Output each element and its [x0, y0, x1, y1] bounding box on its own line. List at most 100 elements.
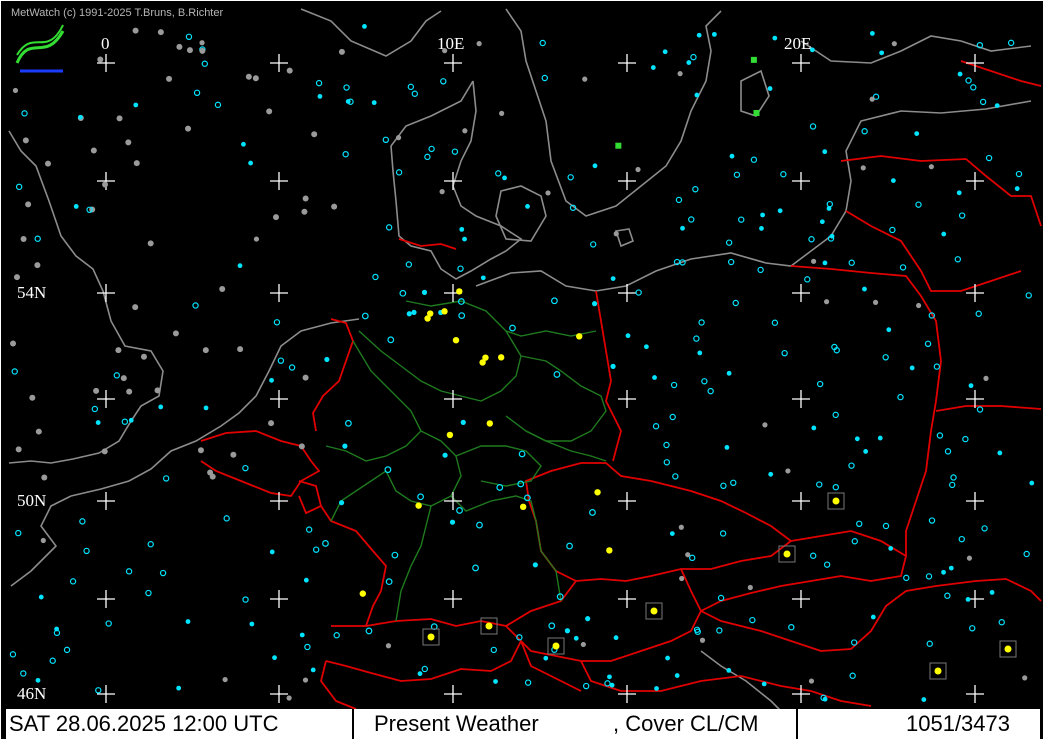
station-dot[interactable]	[869, 30, 875, 36]
station-dot[interactable]	[686, 60, 692, 65]
station-dot[interactable]	[439, 189, 445, 195]
station-dot[interactable]	[829, 233, 835, 239]
station-dot[interactable]	[650, 65, 656, 70]
station-dot[interactable]	[345, 99, 351, 104]
cloud-cover-circle[interactable]	[899, 264, 907, 271]
cloud-cover-circle[interactable]	[365, 627, 373, 635]
cloud-cover-circle[interactable]	[223, 515, 230, 522]
station-dot[interactable]	[44, 160, 51, 167]
cloud-cover-circle[interactable]	[970, 84, 977, 91]
cloud-cover-circle[interactable]	[675, 196, 683, 204]
cloud-cover-circle[interactable]	[385, 224, 393, 231]
shower-symbol[interactable]	[456, 288, 463, 295]
cloud-cover-circle[interactable]	[670, 381, 678, 389]
cloud-cover-circle[interactable]	[725, 239, 733, 246]
station-dot[interactable]	[311, 131, 318, 138]
cloud-cover-circle[interactable]	[273, 319, 281, 326]
cloud-cover-circle[interactable]	[861, 128, 868, 135]
station-dot[interactable]	[585, 616, 591, 622]
cloud-cover-circle[interactable]	[541, 74, 548, 82]
shower-symbol[interactable]	[441, 308, 448, 315]
cloud-cover-circle[interactable]	[495, 170, 502, 177]
cloud-cover-circle[interactable]	[944, 448, 952, 455]
station-dot[interactable]	[324, 356, 330, 363]
station-dot[interactable]	[613, 635, 619, 641]
cloud-cover-circle[interactable]	[113, 372, 120, 379]
station-dot[interactable]	[654, 686, 659, 691]
station-dot[interactable]	[158, 404, 164, 410]
station-dot[interactable]	[956, 190, 962, 196]
shower-symbol[interactable]	[576, 333, 583, 340]
station-dot[interactable]	[493, 679, 498, 684]
station-dot[interactable]	[665, 655, 670, 661]
station-dot[interactable]	[592, 163, 598, 169]
station-dot[interactable]	[525, 203, 530, 209]
station-dot[interactable]	[102, 181, 109, 188]
station-dot[interactable]	[564, 628, 571, 634]
cloud-cover-circle[interactable]	[690, 53, 697, 61]
cloud-cover-circle[interactable]	[707, 387, 714, 395]
station-dot[interactable]	[185, 619, 191, 624]
station-dot[interactable]	[819, 219, 825, 225]
cloud-cover-circle[interactable]	[361, 312, 369, 320]
station-dot[interactable]	[811, 425, 817, 431]
cloud-cover-circle[interactable]	[771, 319, 779, 326]
cloud-cover-circle[interactable]	[288, 364, 296, 371]
station-dot[interactable]	[872, 299, 879, 305]
station-dot[interactable]	[677, 71, 683, 77]
cloud-cover-circle[interactable]	[333, 632, 340, 639]
station-dot[interactable]	[1014, 186, 1020, 191]
station-dot[interactable]	[822, 696, 828, 702]
cloud-cover-circle[interactable]	[201, 60, 208, 67]
cloud-cover-circle[interactable]	[11, 368, 18, 375]
station-dot[interactable]	[674, 673, 680, 678]
cloud-cover-circle[interactable]	[975, 310, 982, 317]
station-dot[interactable]	[886, 327, 892, 333]
cloud-cover-circle[interactable]	[848, 259, 855, 266]
station-dot[interactable]	[890, 178, 896, 184]
cloud-cover-circle[interactable]	[214, 101, 222, 109]
station-dot[interactable]	[15, 446, 22, 453]
cloud-cover-circle[interactable]	[9, 651, 17, 658]
station-dot[interactable]	[502, 175, 507, 181]
station-dot[interactable]	[679, 575, 685, 582]
cloud-cover-circle[interactable]	[635, 289, 642, 296]
cloud-cover-circle[interactable]	[421, 665, 428, 673]
station-dot[interactable]	[133, 160, 140, 167]
station-dot[interactable]	[685, 552, 691, 558]
cloud-cover-circle[interactable]	[924, 340, 932, 348]
station-dot[interactable]	[140, 353, 147, 360]
station-dot[interactable]	[644, 344, 649, 350]
cloud-cover-circle[interactable]	[49, 657, 56, 664]
cloud-cover-circle[interactable]	[958, 212, 966, 219]
station-dot[interactable]	[97, 56, 104, 63]
station-dot[interactable]	[860, 165, 866, 171]
cloud-cover-circle[interactable]	[985, 154, 993, 162]
cloud-cover-circle[interactable]	[125, 568, 133, 575]
station-dot[interactable]	[126, 388, 133, 395]
cloud-cover-circle[interactable]	[925, 573, 933, 580]
station-dot[interactable]	[241, 141, 246, 147]
cloud-cover-circle[interactable]	[34, 235, 41, 242]
station-dot[interactable]	[34, 262, 41, 269]
cloud-cover-circle[interactable]	[689, 554, 696, 562]
station-dot[interactable]	[222, 676, 228, 683]
cloud-cover-circle[interactable]	[832, 483, 839, 491]
shower-symbol[interactable]	[359, 590, 367, 597]
cloud-cover-circle[interactable]	[856, 520, 863, 528]
cloud-cover-circle[interactable]	[553, 371, 561, 378]
station-dot[interactable]	[95, 420, 101, 425]
cloud-cover-circle[interactable]	[652, 423, 660, 430]
cloud-cover-circle[interactable]	[604, 680, 611, 687]
cloud-cover-circle[interactable]	[428, 145, 435, 153]
cloud-cover-circle[interactable]	[882, 354, 889, 361]
cloud-cover-circle[interactable]	[63, 646, 71, 654]
station-dot[interactable]	[338, 48, 345, 55]
station-dot[interactable]	[808, 678, 815, 684]
cloud-cover-circle[interactable]	[411, 90, 419, 97]
station-dot[interactable]	[385, 643, 392, 649]
station-dot[interactable]	[302, 374, 309, 381]
station-dot[interactable]	[411, 309, 417, 315]
station-dot[interactable]	[219, 286, 226, 293]
station-dot[interactable]	[172, 330, 179, 337]
